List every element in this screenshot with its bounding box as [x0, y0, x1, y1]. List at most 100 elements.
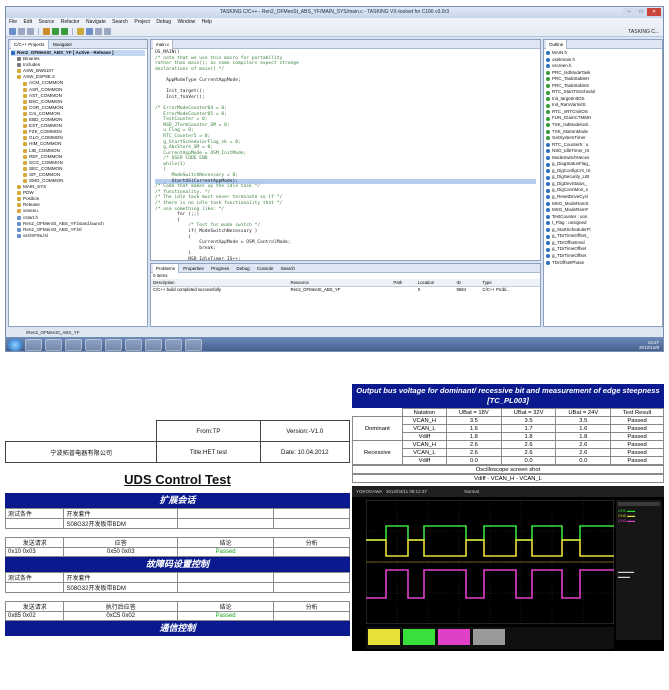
menu-edit[interactable]: Edit — [23, 19, 32, 25]
section-band-communication-control: 通信控制 — [5, 621, 350, 636]
print-icon[interactable] — [27, 28, 34, 35]
taskbar-app-word[interactable] — [125, 339, 142, 351]
window-title-bar[interactable]: TASKING C/C++ - Ren2_OFMenSt_ABS_YF/MAIN… — [6, 7, 663, 18]
project-explorer: C/C++ Projects Navigator Ren2_OFMenSt_AB… — [8, 39, 148, 327]
header-company: 宁波拓普电器有限公司 — [5, 441, 158, 463]
problem-id: 9584 — [456, 287, 467, 293]
tab-main-c[interactable]: main.c — [153, 40, 174, 49]
menu-help[interactable]: Help — [202, 19, 212, 25]
taskbar-app-network[interactable] — [165, 339, 182, 351]
section-table: 测试条件 开发套件 S08G32开发板带BDM 发送请求 执行后应答 结论 分析… — [5, 572, 350, 621]
folder-icon — [17, 69, 21, 74]
col-id[interactable]: ID — [454, 279, 481, 287]
tab-console[interactable]: Console — [254, 264, 277, 273]
folder-icon — [17, 185, 21, 190]
include-icon — [17, 63, 21, 68]
tree-item[interactable]: vsOSF9a.lsl — [11, 233, 145, 239]
menu-refactor[interactable]: Refactor — [61, 19, 80, 25]
table-row: 0x85 0x02 0xC5 0x02 Passed — [5, 611, 350, 621]
group-label: Recessive — [352, 440, 403, 465]
table-row[interactable]: C/C++ build completed successfully Ren2_… — [151, 286, 540, 293]
tab-debug[interactable]: Debug — [233, 264, 252, 273]
outline-item[interactable]: TDrOffsetPhase — [546, 260, 660, 267]
debug-icon[interactable] — [52, 28, 59, 35]
symbol-icon — [546, 208, 550, 213]
build-icon[interactable] — [43, 28, 50, 35]
value-cell: 1.8 — [555, 432, 612, 441]
col-type[interactable]: Type — [480, 279, 540, 287]
tab-problems[interactable]: Problems — [153, 264, 180, 273]
col-analysis: 分析 — [273, 601, 350, 612]
forward-icon[interactable] — [104, 28, 111, 35]
folder-icon — [23, 179, 27, 184]
menu-project[interactable]: Project — [134, 19, 150, 25]
system-clock[interactable]: 14:27 2012/12/8 — [639, 340, 663, 350]
save-icon[interactable] — [18, 28, 25, 35]
taskbar-app-powerpoint[interactable] — [85, 339, 102, 351]
menu-window[interactable]: Window — [177, 19, 195, 25]
tab-properties[interactable]: Properties — [180, 264, 207, 273]
taskbar-app-explorer[interactable] — [45, 339, 62, 351]
search-icon[interactable] — [86, 28, 93, 35]
tab-outline[interactable]: Outline — [546, 40, 568, 49]
request-value: 0x10 0x03 — [5, 547, 65, 557]
perspective-switcher[interactable]: TASKING C... — [628, 29, 663, 35]
col-path[interactable]: Path — [391, 279, 416, 287]
folder-icon — [23, 87, 27, 92]
close-button[interactable]: ✕ — [647, 8, 661, 16]
taskbar-app-ie[interactable] — [25, 339, 42, 351]
col-description[interactable]: Description — [151, 279, 289, 287]
tab-navigator[interactable]: Navigator — [50, 40, 75, 49]
problems-table: Description Resource Path Location ID Ty… — [151, 279, 540, 293]
project-icon — [11, 51, 15, 56]
analysis-value — [273, 611, 350, 621]
maximize-button[interactable]: □ — [635, 8, 647, 16]
header-from: From:TP — [156, 420, 261, 442]
run-icon[interactable] — [61, 28, 68, 35]
value-cell: 1.8 — [445, 432, 502, 441]
taskbar-app-paint[interactable] — [145, 339, 162, 351]
menu-debug[interactable]: Debug — [156, 19, 171, 25]
taskbar-app-media[interactable] — [65, 339, 82, 351]
open-folder-icon[interactable] — [77, 28, 84, 35]
menu-file[interactable]: File — [9, 19, 17, 25]
value-cell: 0.0 — [445, 456, 502, 465]
tab-progress[interactable]: Progress — [208, 264, 232, 273]
value-cell: Vdiff — [401, 456, 447, 465]
header-date: Date: 10.04.2012 — [259, 441, 350, 463]
back-icon[interactable] — [95, 28, 102, 35]
col-test-result: Test Result — [610, 408, 664, 417]
col-resource[interactable]: Resource — [288, 279, 392, 287]
bus-voltage-report: Output bus voltage for dominant/ recessi… — [352, 384, 664, 684]
value-cell: 3.5 — [555, 416, 612, 425]
menu-search[interactable]: Search — [112, 19, 128, 25]
symbol-icon — [546, 156, 550, 161]
tab-search[interactable]: Search — [278, 264, 298, 273]
taskbar-app-tasking[interactable] — [105, 339, 122, 351]
col-location[interactable]: Location — [415, 279, 455, 287]
scope-channel-boxes — [366, 627, 614, 649]
tree-item-label: vsOSF9a.lsl — [23, 232, 48, 238]
problem-type: C/C++ Probl... — [482, 287, 510, 293]
folder-icon — [23, 124, 27, 129]
symbol-icon — [546, 110, 550, 115]
symbol-icon — [546, 84, 550, 88]
minimize-button[interactable]: – — [623, 8, 635, 16]
channel-box-1 — [368, 629, 400, 645]
folder-icon — [23, 93, 27, 98]
code-area[interactable]: OS_MAIN()/* note that we use this macro … — [151, 49, 540, 260]
menu-source[interactable]: Source — [38, 19, 54, 25]
scope-waveform-display — [366, 500, 614, 624]
menu-navigate[interactable]: Navigate — [86, 19, 106, 25]
start-button[interactable] — [8, 339, 22, 351]
code-editor[interactable]: main.c OS_MAIN()/* note that we use this… — [150, 39, 541, 261]
folder-icon — [17, 197, 21, 202]
symbol-icon — [546, 188, 550, 193]
tab-cpp-projects[interactable]: C/C++ Projects — [11, 40, 49, 49]
result-passed: Passed — [176, 611, 275, 621]
new-icon[interactable] — [9, 28, 16, 35]
response-value: 0x50 0x03 — [63, 547, 178, 557]
symbol-icon — [546, 142, 550, 147]
value-cell: 0.0 — [500, 456, 557, 465]
taskbar-app-folder[interactable] — [185, 339, 202, 351]
